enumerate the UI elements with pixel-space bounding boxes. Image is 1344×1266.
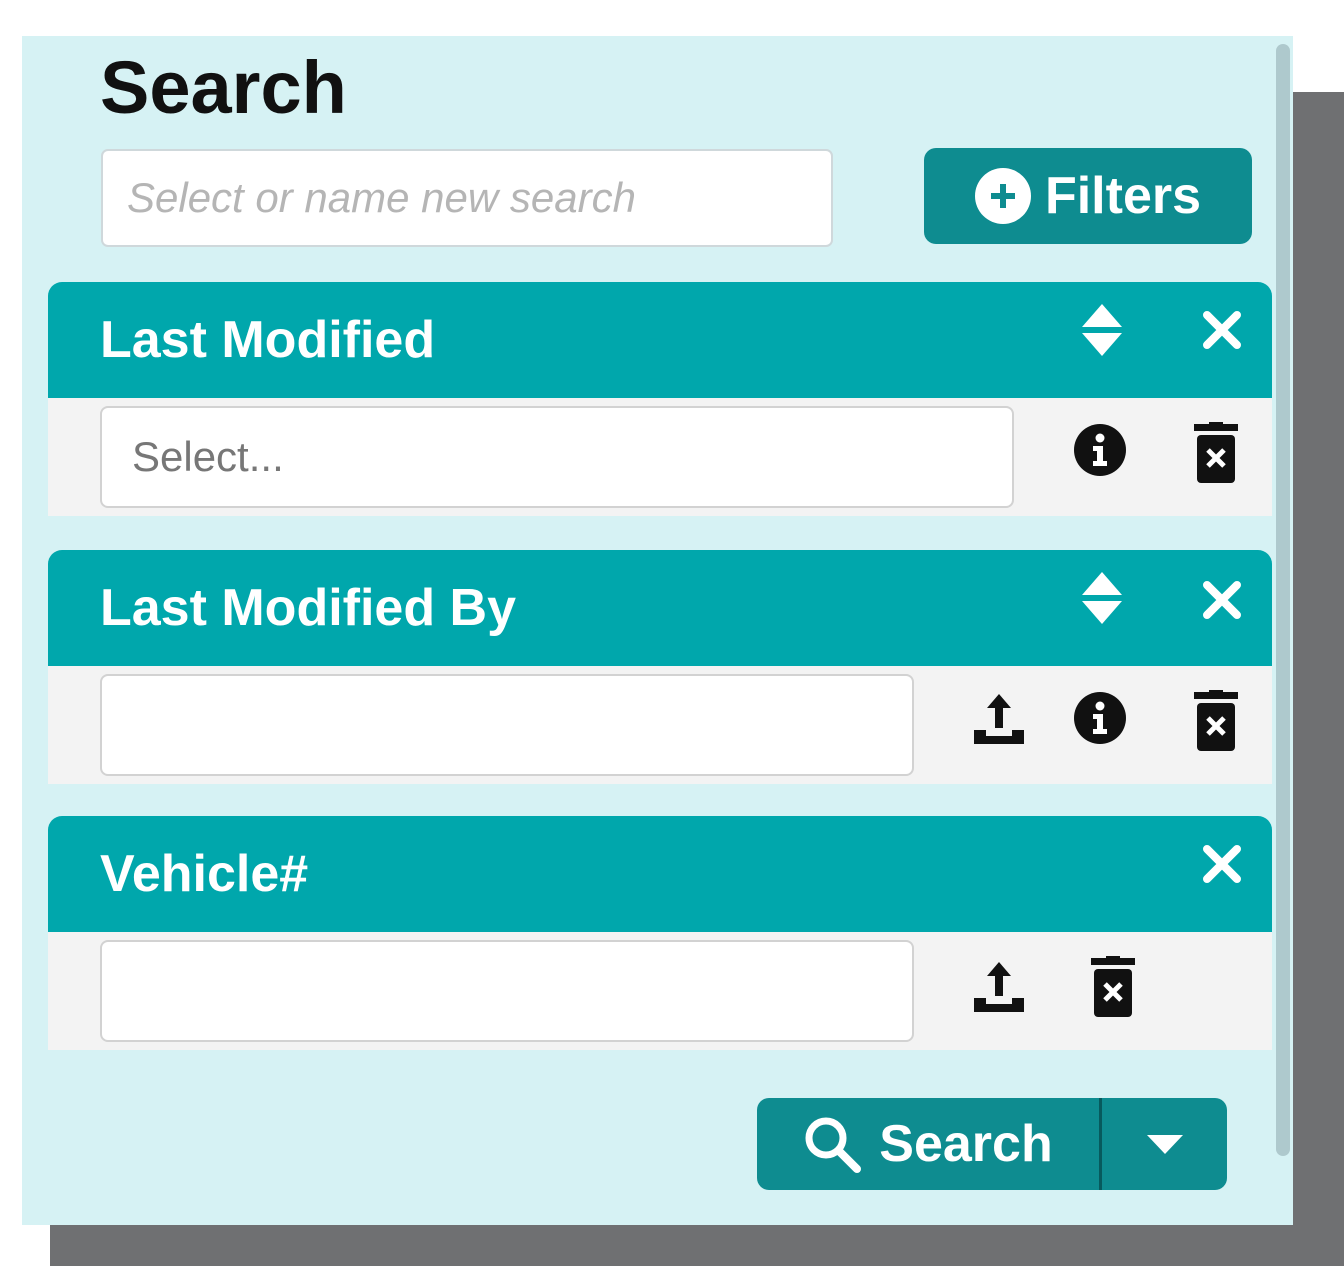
info-icon[interactable] [1074, 692, 1126, 744]
search-split-button: Search [757, 1098, 1227, 1190]
scrollbar[interactable] [1276, 44, 1290, 1156]
search-name-input[interactable] [101, 149, 833, 247]
close-icon[interactable] [1202, 844, 1242, 884]
page-title: Search [100, 46, 347, 129]
search-button[interactable]: Search [757, 1098, 1099, 1190]
delete-icon[interactable] [1194, 422, 1238, 484]
sort-icon[interactable] [1080, 570, 1124, 626]
sort-icon[interactable] [1080, 302, 1124, 358]
delete-icon[interactable] [1091, 956, 1135, 1018]
section-body-vehicle [48, 932, 1272, 1050]
section-header-vehicle: Vehicle# [48, 816, 1272, 932]
search-options-dropdown[interactable] [1102, 1098, 1227, 1190]
upload-icon[interactable] [972, 960, 1026, 1014]
section-header-last-modified-by: Last Modified By [48, 550, 1272, 666]
close-icon[interactable] [1202, 310, 1242, 350]
upload-icon[interactable] [972, 692, 1026, 746]
search-icon [805, 1117, 862, 1173]
plus-circle-icon [974, 168, 1031, 224]
delete-icon[interactable] [1194, 690, 1238, 752]
filters-button[interactable]: Filters [924, 148, 1252, 244]
section-body-last-modified-by [48, 666, 1272, 784]
caret-down-icon [1146, 1135, 1183, 1154]
close-icon[interactable] [1202, 580, 1242, 620]
last-modified-by-input[interactable] [100, 674, 914, 776]
search-button-label: Search [879, 1115, 1053, 1173]
section-title: Vehicle# [100, 845, 309, 903]
section-title: Last Modified [100, 311, 436, 369]
section-body-last-modified [48, 398, 1272, 516]
info-icon[interactable] [1074, 424, 1126, 476]
section-header-last-modified: Last Modified [48, 282, 1272, 398]
vehicle-number-input[interactable] [100, 940, 914, 1042]
last-modified-select[interactable] [100, 406, 1014, 508]
filters-label: Filters [1044, 167, 1202, 225]
section-title: Last Modified By [100, 579, 517, 637]
